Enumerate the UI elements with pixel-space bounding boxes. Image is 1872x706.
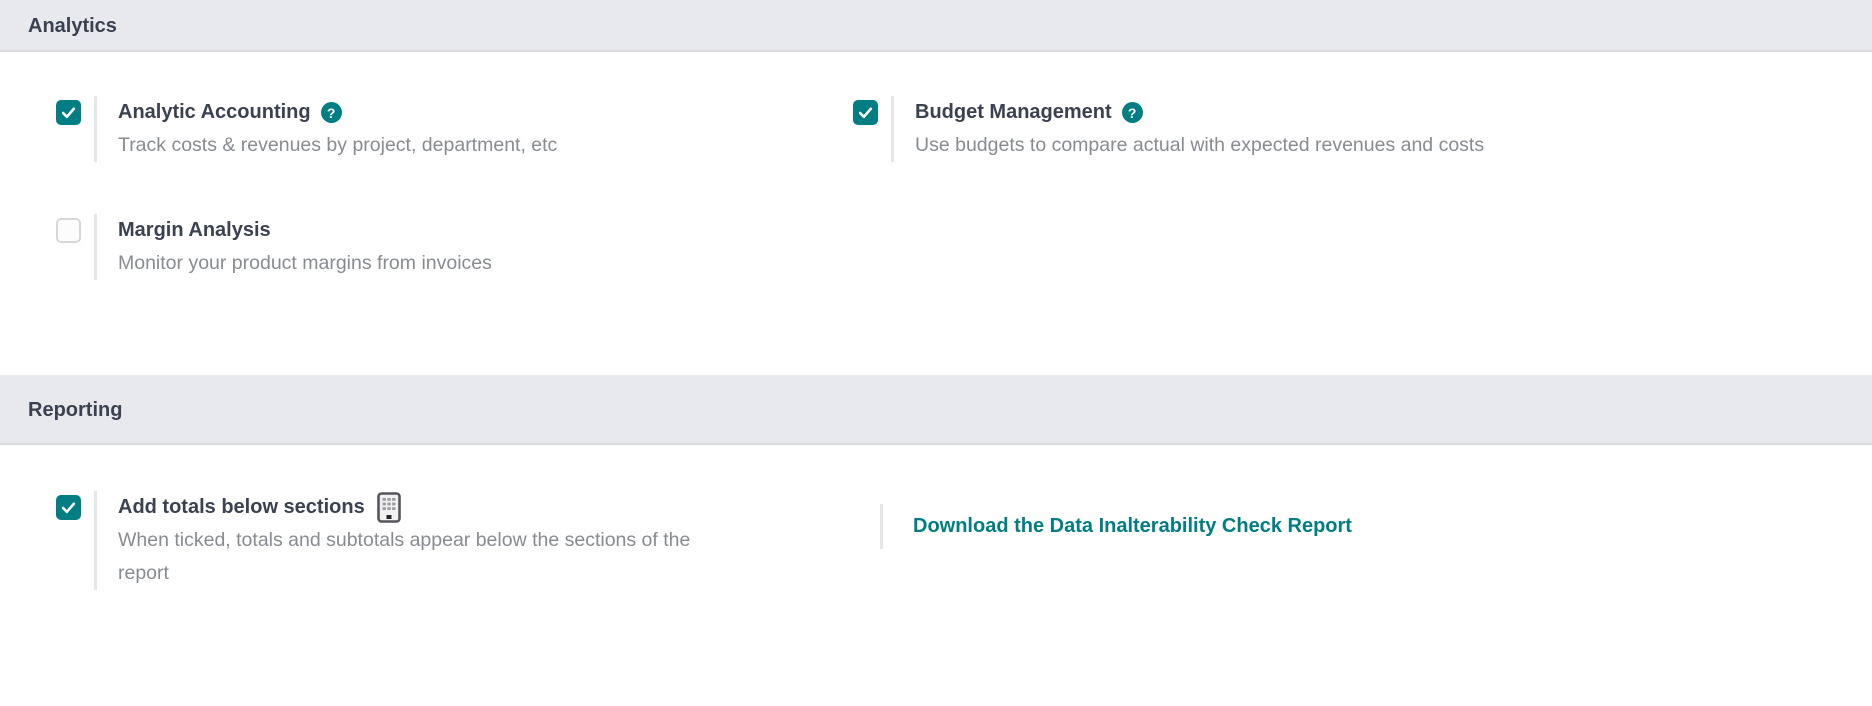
- margin-analysis-description: Monitor your product margins from invoic…: [118, 252, 492, 274]
- download-report-cell: Download the Data Inalterability Check R…: [880, 504, 1872, 549]
- help-icon[interactable]: ?: [1121, 102, 1143, 123]
- setting-margin-analysis: Margin Analysis Monitor your product mar…: [56, 214, 853, 280]
- calculator-icon: [376, 492, 401, 523]
- checkmark-icon: [858, 107, 873, 119]
- analytic-accounting-label[interactable]: Analytic Accounting: [118, 101, 311, 124]
- analytic-accounting-checkbox[interactable]: [56, 100, 81, 125]
- margin-analysis-checkbox[interactable]: [56, 218, 81, 243]
- setting-add-totals: Add totals below sections When ticked, t…: [56, 491, 853, 590]
- add-totals-description: When ticked, totals and subtotals appear…: [118, 529, 691, 584]
- analytics-section-content: Analytic Accounting ? Track costs & reve…: [0, 52, 1872, 280]
- analytics-section-title: Analytics: [28, 14, 117, 37]
- budget-management-checkbox[interactable]: [853, 100, 878, 125]
- download-report-link[interactable]: Download the Data Inalterability Check R…: [913, 515, 1352, 538]
- budget-management-description: Use budgets to compare actual with expec…: [915, 134, 1485, 156]
- section-header-analytics: Analytics: [0, 0, 1872, 52]
- margin-analysis-label[interactable]: Margin Analysis: [118, 219, 271, 242]
- help-icon[interactable]: ?: [320, 102, 342, 123]
- add-totals-label[interactable]: Add totals below sections: [118, 496, 365, 519]
- accounting-settings-page: Analytics Analytic Accounting ? Track co…: [0, 0, 1872, 590]
- reporting-section-content: Add totals below sections When ticked, t…: [0, 445, 1872, 590]
- setting-analytic-accounting: Analytic Accounting ? Track costs & reve…: [56, 96, 853, 162]
- checkmark-icon: [61, 107, 76, 119]
- analytic-accounting-description: Track costs & revenues by project, depar…: [118, 134, 558, 156]
- section-header-reporting: Reporting: [0, 375, 1872, 445]
- setting-budget-management: Budget Management ? Use budgets to compa…: [853, 96, 1872, 162]
- budget-management-label[interactable]: Budget Management: [915, 101, 1112, 124]
- checkmark-icon: [61, 502, 76, 514]
- reporting-section-title: Reporting: [28, 398, 123, 421]
- add-totals-checkbox[interactable]: [56, 495, 81, 520]
